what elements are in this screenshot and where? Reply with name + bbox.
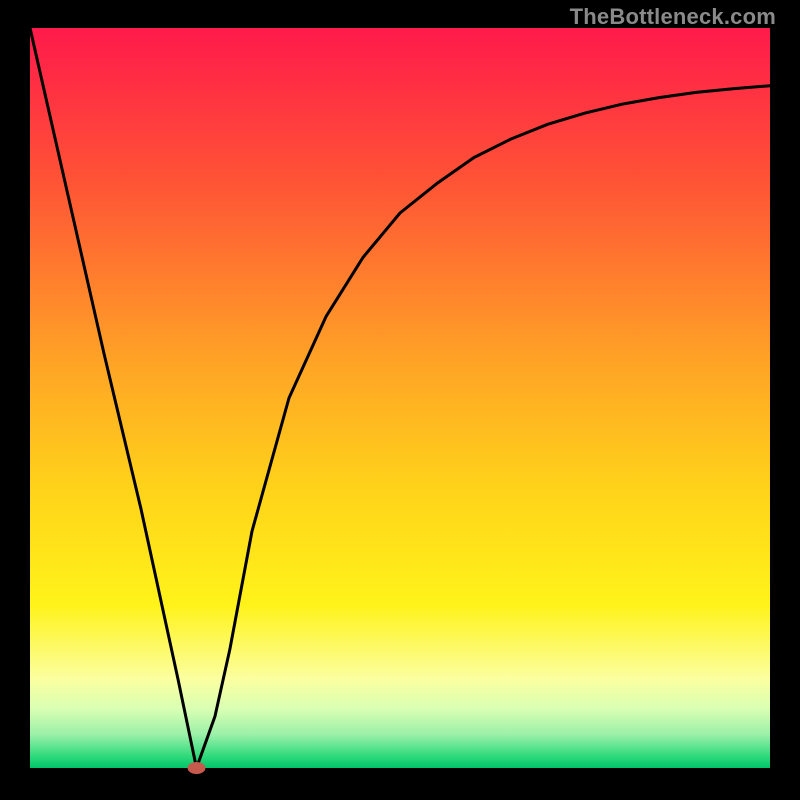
gradient-background (30, 28, 770, 768)
bottleneck-chart (0, 0, 800, 800)
optimum-marker (188, 762, 206, 774)
chart-frame: { "watermark": "TheBottleneck.com", "cha… (0, 0, 800, 800)
watermark: TheBottleneck.com (570, 4, 776, 30)
